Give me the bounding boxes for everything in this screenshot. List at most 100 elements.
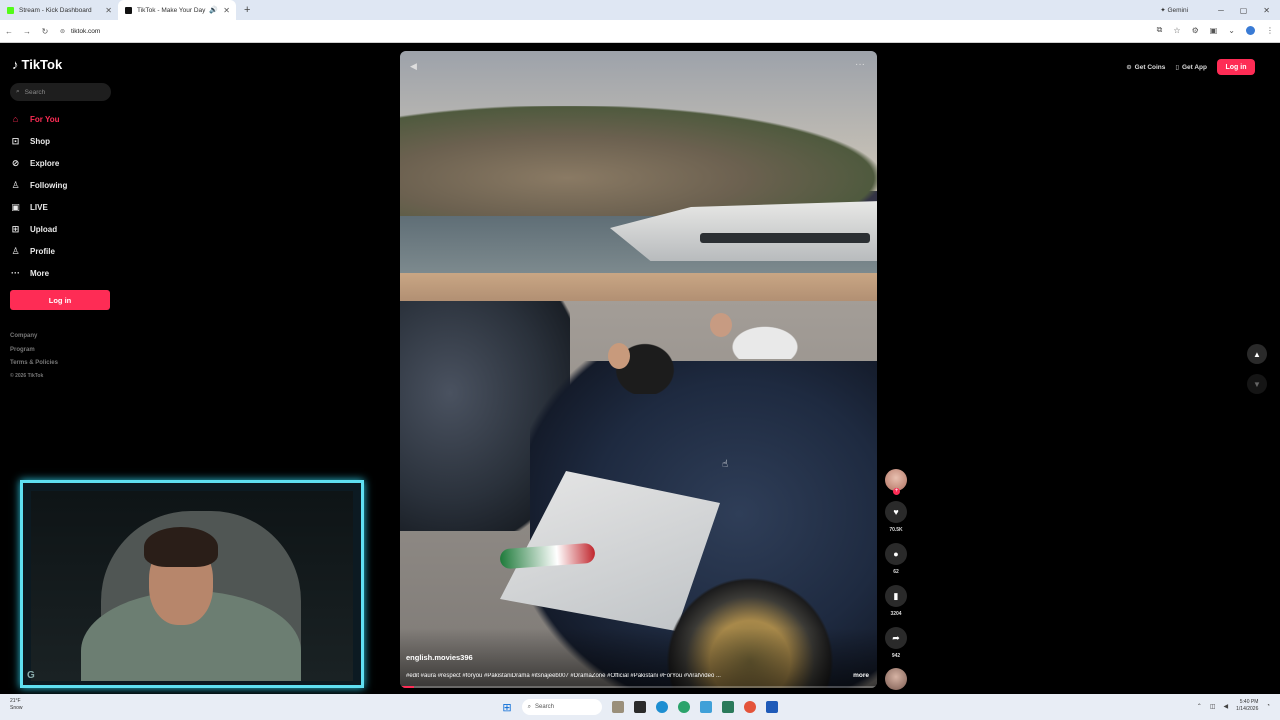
photos-app-icon[interactable]: [699, 701, 712, 713]
bookmark-star-icon[interactable]: ☆: [1173, 26, 1180, 35]
video-player[interactable]: ◀ ··· ☝ english.movies396 #edit #aura #r…: [400, 51, 877, 688]
sidebar-item-shop[interactable]: ⊡ Shop: [10, 130, 120, 152]
share-count: 942: [891, 653, 901, 659]
gemini-button[interactable]: ✦ Gemini: [1160, 6, 1188, 14]
video-caption: #edit #aura #respect #foryou #PakistaniD…: [406, 673, 721, 679]
menu-kebab-icon[interactable]: ⋮: [1266, 26, 1274, 35]
webcam-hair: [144, 527, 218, 567]
footer-link-terms[interactable]: Terms & Policies: [10, 357, 58, 371]
network-icon[interactable]: ◫: [1210, 703, 1216, 710]
video-frame-person-head: [710, 313, 732, 337]
kick-favicon-icon: [7, 6, 14, 14]
tab-search-icon[interactable]: ⌄: [1228, 26, 1235, 35]
tray-chevron-up-icon[interactable]: ⌃: [1197, 703, 1202, 710]
file-explorer-app-icon[interactable]: [633, 701, 646, 713]
notifications-bell-icon[interactable]: ◔: [1266, 703, 1270, 709]
webcam-feed: [31, 491, 353, 681]
follow-plus-icon[interactable]: +: [893, 488, 900, 495]
windows-start-icon[interactable]: ⊞: [502, 701, 511, 714]
store-app-icon[interactable]: [721, 701, 734, 713]
more-dots-icon: ···: [11, 268, 20, 278]
video-frame-person-white-shirt: [720, 319, 810, 359]
search-icon: ⌕: [16, 88, 20, 95]
edge-browser-app-icon[interactable]: [677, 701, 690, 713]
volume-icon[interactable]: ◀: [410, 61, 417, 72]
footer-copyright: © 2026 TikTok: [10, 372, 44, 379]
forward-icon[interactable]: →: [18, 27, 36, 36]
new-tab-button[interactable]: +: [236, 4, 258, 16]
top-login-button[interactable]: Log in: [1217, 59, 1255, 75]
share-action: ➦ 942: [884, 627, 908, 659]
sidebar-item-for-you[interactable]: ⌂ For You: [10, 108, 120, 130]
get-app-button[interactable]: ▯ Get App: [1175, 59, 1207, 75]
close-window-icon[interactable]: ✕: [1263, 6, 1270, 15]
maximize-icon[interactable]: ▢: [1240, 6, 1248, 15]
next-video-chevron-down-icon[interactable]: ▼: [1247, 374, 1267, 394]
extensions-icon[interactable]: ⚙: [1192, 26, 1199, 35]
search-icon: ⌕: [527, 703, 531, 710]
weather-desc: Snow: [10, 705, 23, 711]
minimize-icon[interactable]: ─: [1218, 6, 1224, 15]
tab-kick-dashboard[interactable]: Stream - Kick Dashboard ✕: [0, 0, 118, 20]
profile-avatar[interactable]: [1246, 25, 1255, 35]
caption-more-button[interactable]: more: [853, 672, 869, 679]
share-arrow-icon[interactable]: ➦: [885, 627, 907, 649]
footer-link-company[interactable]: Company: [10, 330, 58, 344]
sidebar-icon[interactable]: ▣: [1210, 26, 1218, 35]
bookmark-icon[interactable]: ▮: [885, 585, 907, 607]
close-tab-icon[interactable]: ✕: [223, 6, 230, 15]
tiktok-note-icon: ♪: [12, 57, 19, 72]
video-progress-fill: [400, 686, 415, 688]
edge-app-icon[interactable]: [655, 701, 668, 713]
footer-link-program[interactable]: Program: [10, 344, 58, 358]
heart-icon[interactable]: ♥: [885, 501, 907, 523]
creator-avatar[interactable]: +: [885, 469, 907, 495]
clock-date: 1/14/2026: [1236, 706, 1259, 712]
mouse-cursor-icon: ☝: [722, 459, 729, 470]
system-tray: ⌃ ◫ ◀ 5:40 PM 1/14/2026 ◔: [1197, 699, 1270, 713]
sidebar-item-following[interactable]: ♙ Following: [10, 174, 120, 196]
webcam-overlay: G: [20, 480, 364, 688]
live-icon: ▣: [11, 201, 20, 212]
sidebar-item-explore[interactable]: ⊘ Explore: [10, 152, 120, 174]
window-controls: ✦ Gemini ─ ▢ ✕: [1160, 0, 1280, 20]
comment-icon[interactable]: ●: [885, 543, 907, 565]
previous-video-chevron-up-icon[interactable]: ▲: [1247, 344, 1267, 364]
reload-icon[interactable]: ↻: [36, 27, 54, 36]
video-frame-yacht-window: [700, 233, 870, 243]
close-tab-icon[interactable]: ✕: [105, 6, 112, 15]
sidebar-footer: Company Program Terms & Policies © 2026 …: [10, 330, 58, 382]
search-input[interactable]: ⌕ Search: [10, 83, 111, 101]
sidebar-login-button[interactable]: Log in: [10, 290, 110, 310]
sidebar-item-live[interactable]: ▣ LIVE: [10, 196, 120, 218]
volume-icon[interactable]: ◀: [1224, 703, 1229, 710]
sidebar-item-upload[interactable]: ⊞ Upload: [10, 218, 120, 240]
tab-title: Stream - Kick Dashboard: [19, 6, 92, 14]
url-text: tiktok.com: [71, 27, 101, 35]
sidebar-item-profile[interactable]: ♙ Profile: [10, 240, 120, 262]
video-more-options-icon[interactable]: ···: [855, 59, 865, 70]
shield-app-icon[interactable]: [765, 701, 778, 713]
taskbar-clock[interactable]: 5:40 PM 1/14/2026: [1236, 699, 1258, 713]
like-count: 70.5K: [889, 527, 903, 533]
weather-widget[interactable]: 21°F Snow: [10, 698, 23, 712]
url-field[interactable]: ⊜ tiktok.com: [60, 23, 1100, 39]
video-author[interactable]: english.movies396: [406, 653, 473, 662]
windows-taskbar: 21°F Snow ⊞ ⌕ Search ⌃ ◫ ◀ 5:40 PM 1/14/…: [0, 694, 1280, 720]
sidebar-item-more[interactable]: ··· More: [10, 262, 120, 284]
cast-icon[interactable]: ⧉: [1157, 25, 1163, 35]
tiktok-logo[interactable]: ♪ TikTok: [12, 57, 62, 72]
music-disc-avatar[interactable]: [885, 668, 907, 690]
tab-tiktok[interactable]: TikTok - Make Your Day 🔊 ✕: [118, 0, 236, 20]
audio-playing-icon[interactable]: 🔊: [209, 6, 218, 14]
site-info-icon[interactable]: ⊜: [60, 28, 65, 35]
get-coins-button[interactable]: ⊙ Get Coins: [1126, 59, 1165, 75]
taskbar-apps: ⊞ ⌕ Search: [502, 699, 778, 715]
chrome-app-icon[interactable]: [743, 701, 756, 713]
back-icon[interactable]: ←: [0, 27, 18, 36]
save-action: ▮ 3204: [884, 585, 908, 617]
taskbar-search[interactable]: ⌕ Search: [521, 699, 602, 715]
copilot-app-icon[interactable]: [611, 701, 624, 713]
video-progress-bar[interactable]: [400, 686, 877, 688]
browser-tab-bar: Stream - Kick Dashboard ✕ TikTok - Make …: [0, 0, 1280, 20]
